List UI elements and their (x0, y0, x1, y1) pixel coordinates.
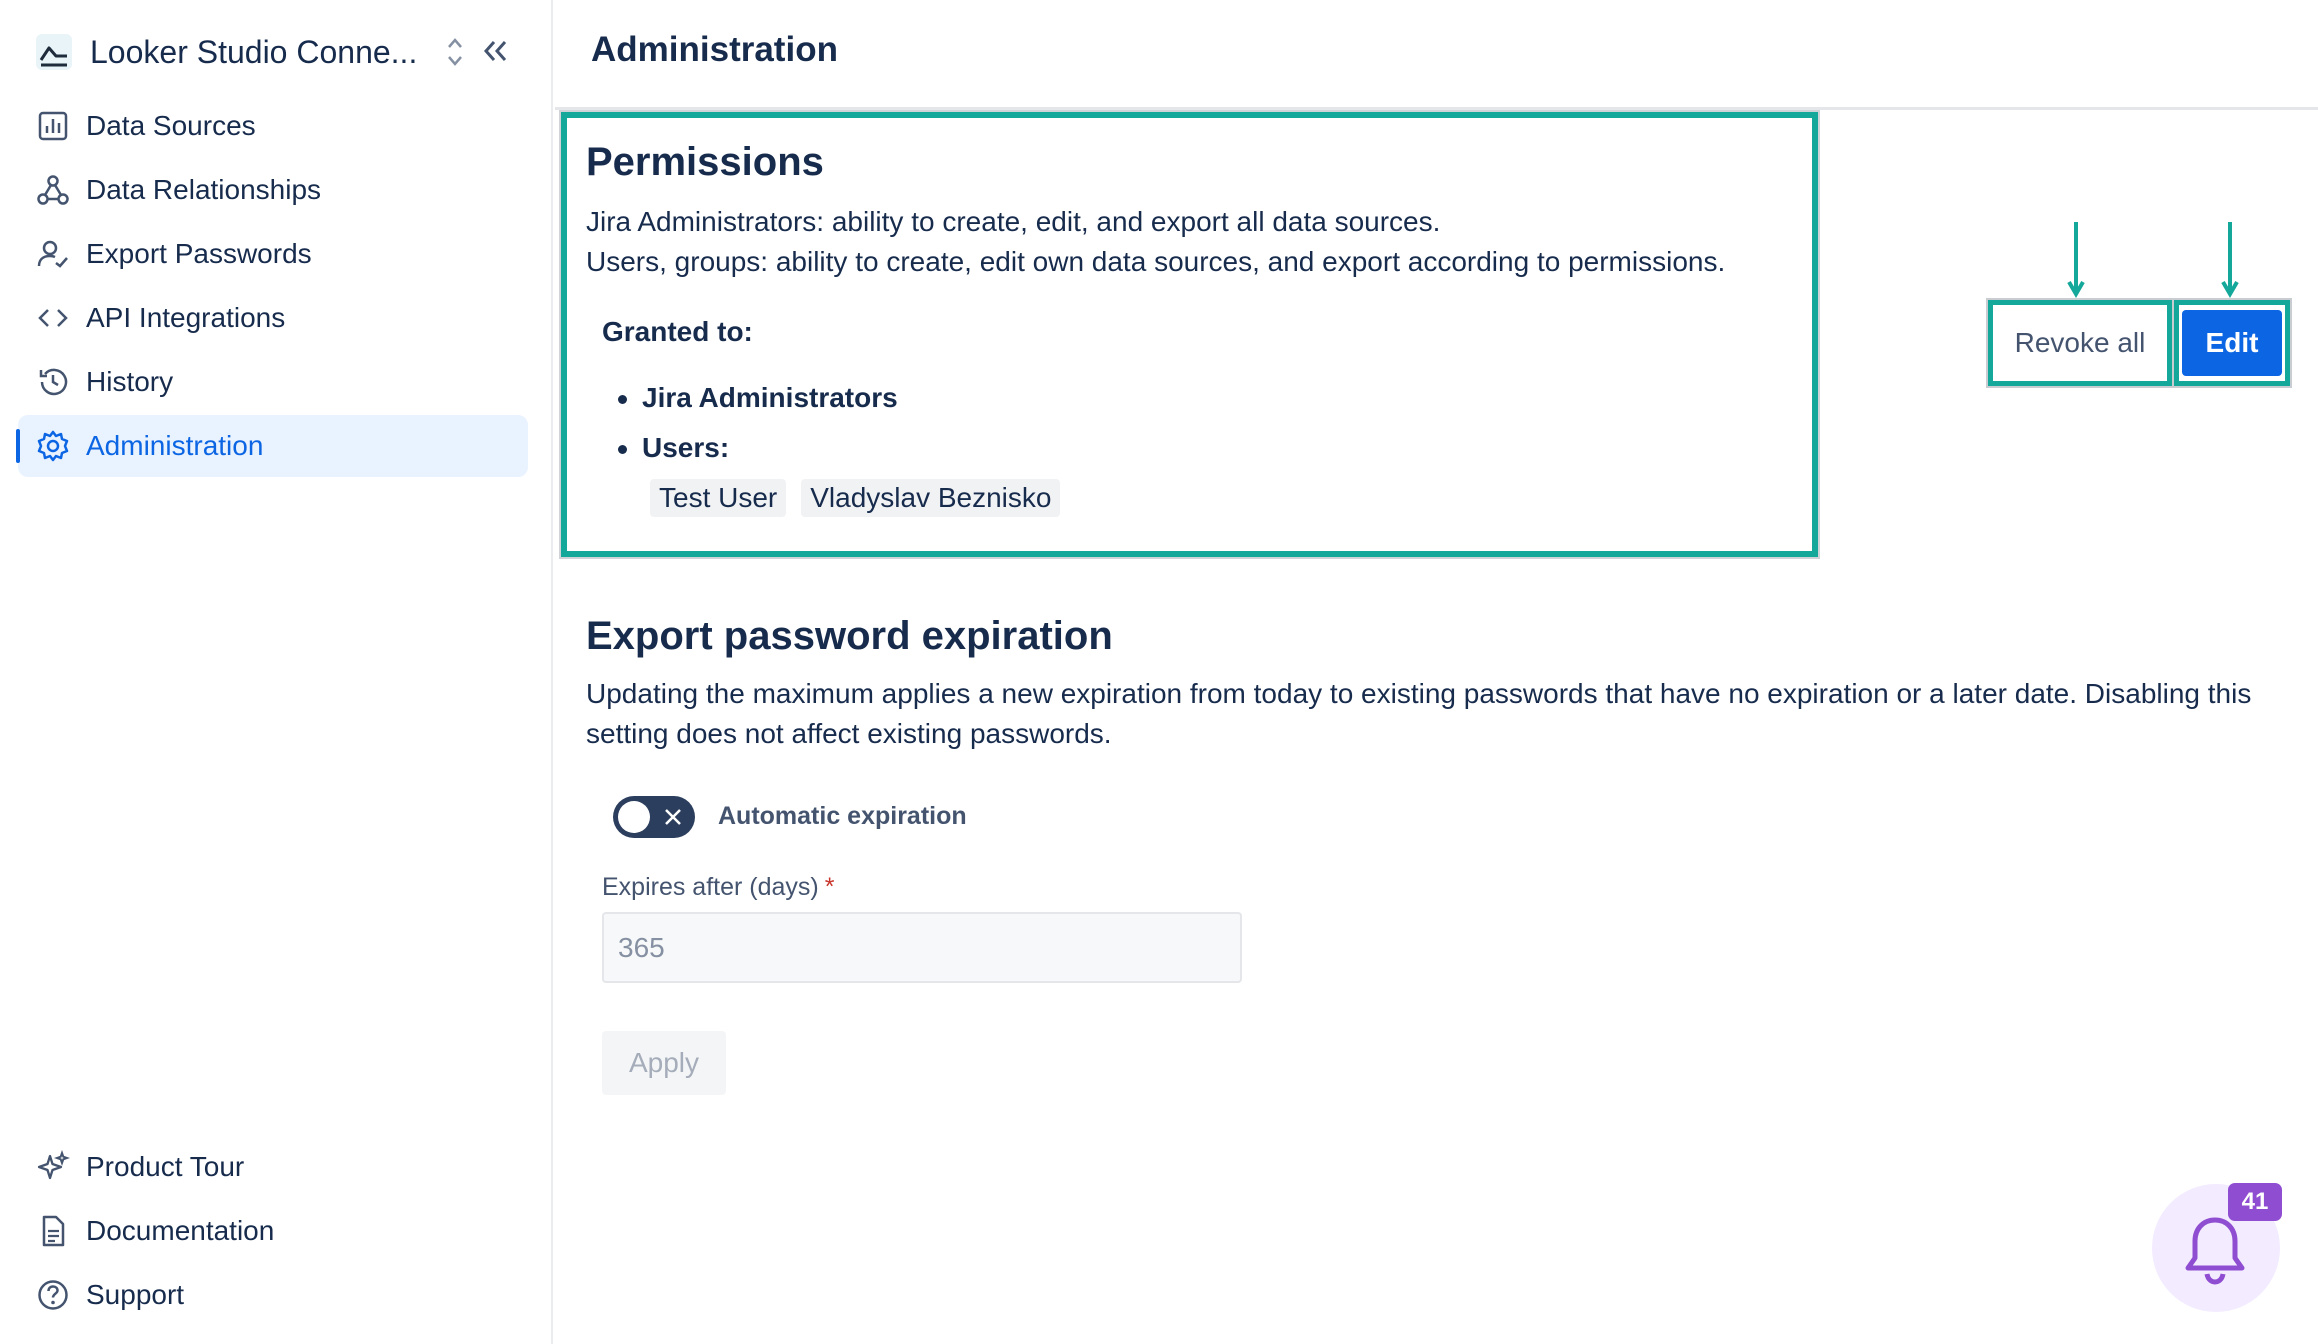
app-logo-icon (36, 34, 72, 70)
document-icon (42, 1215, 65, 1247)
permissions-title: Permissions (586, 140, 824, 184)
automatic-expiration-label: Automatic expiration (718, 802, 967, 830)
app-title: Looker Studio Conne... (90, 33, 418, 70)
revoke-all-button[interactable]: Revoke all (1998, 310, 2162, 376)
required-indicator: * (824, 873, 835, 901)
user-check-icon (37, 240, 68, 268)
grant-list: Jira Administrators Users: (614, 378, 898, 478)
page-header: Administration (555, 0, 2318, 110)
history-icon (39, 368, 68, 396)
apply-button[interactable]: Apply (602, 1031, 726, 1095)
sidebar-item-documentation[interactable]: Documentation (18, 1200, 528, 1262)
automatic-expiration-toggle[interactable] (613, 796, 695, 838)
sidebar-item-data-relationships[interactable]: Data Relationships (18, 159, 528, 221)
bell-icon (2185, 1217, 2245, 1285)
sidebar-item-administration[interactable]: Administration (16, 415, 528, 477)
export-expiration-description: Updating the maximum applies a new expir… (586, 678, 2252, 749)
granted-to-label: Granted to: (602, 316, 753, 347)
grant-item-users: Users: (614, 428, 898, 478)
collapse-sidebar-icon[interactable] (480, 36, 510, 66)
sidebar-item-label: Data Sources (86, 110, 256, 141)
sidebar-item-label: API Integrations (86, 302, 286, 333)
expires-after-label: Expires after (days) * (602, 873, 834, 902)
user-chip: Test User (650, 479, 787, 517)
sidebar-item-label: Administration (86, 430, 264, 461)
edit-button[interactable]: Edit (2182, 310, 2282, 376)
sidebar-item-history[interactable]: History (18, 351, 528, 413)
chevron-up-down-icon[interactable] (445, 34, 465, 70)
help-icon (38, 1280, 68, 1310)
sidebar-item-data-sources[interactable]: Data Sources (18, 95, 528, 157)
bar-chart-icon (38, 111, 68, 141)
app-switcher[interactable]: Looker Studio Conne... (36, 28, 417, 76)
expires-after-input[interactable] (602, 912, 1242, 983)
sidebar-item-product-tour[interactable]: Product Tour (18, 1136, 528, 1198)
sidebar-item-label: Support (86, 1279, 185, 1310)
expires-after-label-text: Expires after (days) (602, 873, 819, 901)
export-expiration-title: Export password expiration (586, 614, 1113, 658)
relationships-icon (37, 175, 69, 205)
sidebar-nav: Data Sources Data Relationships Export P… (16, 95, 528, 479)
sidebar-item-label: Data Relationships (86, 174, 322, 205)
gear-icon (37, 430, 69, 462)
sidebar-item-support[interactable]: Support (18, 1264, 528, 1326)
sidebar-item-api-integrations[interactable]: API Integrations (18, 287, 528, 349)
close-icon (665, 809, 681, 825)
sidebar-item-label: Product Tour (86, 1151, 245, 1182)
code-icon (38, 309, 68, 327)
sidebar-footer-nav: Product Tour Documentation Support (18, 1136, 528, 1328)
sidebar-item-label: Documentation (86, 1215, 275, 1246)
page-title: Administration (591, 30, 838, 69)
permissions-description-line: Users, groups: ability to create, edit o… (586, 246, 1726, 277)
toggle-knob (618, 801, 650, 833)
sidebar-item-export-passwords[interactable]: Export Passwords (18, 223, 528, 285)
sidebar: Looker Studio Conne... Data Sources Data… (0, 0, 553, 1344)
user-chip: Vladyslav Beznisko (801, 479, 1061, 517)
grant-item-jira-administrators: Jira Administrators (614, 378, 898, 428)
sidebar-item-label: History (86, 366, 174, 397)
permissions-description-line: Jira Administrators: ability to create, … (586, 206, 1441, 237)
permissions-description: Jira Administrators: ability to create, … (586, 202, 1725, 282)
arrow-down-icon (2221, 222, 2239, 298)
user-chip-list: Test User Vladyslav Beznisko (650, 479, 1075, 517)
sidebar-item-label: Export Passwords (86, 238, 312, 269)
notification-count-badge: 41 (2228, 1183, 2282, 1221)
arrow-down-icon (2067, 222, 2085, 298)
sparkle-icon (37, 1150, 70, 1180)
